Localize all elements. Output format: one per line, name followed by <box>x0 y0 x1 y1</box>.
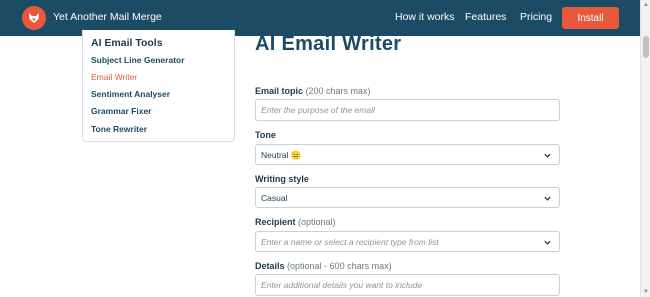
nav-how-it-works[interactable]: How it works <box>395 11 455 23</box>
scrollbar-thumb[interactable] <box>643 36 649 58</box>
recipient-label: Recipient (optional) <box>255 217 336 227</box>
install-button[interactable]: Install <box>562 7 619 29</box>
tone-select[interactable]: Neutral 😐 <box>255 144 560 165</box>
nav-features[interactable]: Features <box>465 11 506 23</box>
page-title: AI Email Writer <box>255 33 402 55</box>
recipient-placeholder: Enter a name or select a recipient type … <box>261 237 439 247</box>
writing-style-label: Writing style <box>255 174 309 184</box>
email-topic-hint: (200 chars max) <box>305 86 371 96</box>
brand-name[interactable]: Yet Another Mail Merge <box>53 11 162 23</box>
sidebar-item-email-writer[interactable]: Email Writer <box>91 72 137 82</box>
sidebar-item-grammar-fixer[interactable]: Grammar Fixer <box>91 106 151 116</box>
writing-style-select[interactable]: Casual <box>255 187 560 208</box>
details-label-text: Details <box>255 261 285 271</box>
nav-pricing[interactable]: Pricing <box>520 11 552 23</box>
recipient-label-text: Recipient <box>255 217 296 227</box>
page-scrollbar[interactable]: ▲ ▼ <box>640 0 650 297</box>
ai-tools-sidebar: AI Email Tools Subject Line Generator Em… <box>82 30 235 142</box>
chevron-down-icon <box>544 240 551 245</box>
scroll-up-arrow-icon[interactable]: ▲ <box>642 1 650 9</box>
chevron-down-icon <box>544 153 551 158</box>
sidebar-title: AI Email Tools <box>91 37 163 49</box>
tone-selected-value: Neutral 😐 <box>261 150 302 160</box>
sidebar-item-tone-rewriter[interactable]: Tone Rewriter <box>91 124 147 134</box>
recipient-combobox[interactable]: Enter a name or select a recipient type … <box>255 231 560 252</box>
sidebar-item-subject-line-generator[interactable]: Subject Line Generator <box>91 55 185 65</box>
email-topic-label: Email topic (200 chars max) <box>255 86 371 96</box>
details-label: Details (optional - 600 chars max) <box>255 261 392 271</box>
fox-logo-icon <box>29 13 39 23</box>
email-topic-label-text: Email topic <box>255 86 304 96</box>
scroll-down-arrow-icon[interactable]: ▼ <box>642 288 650 296</box>
sidebar-item-sentiment-analyser[interactable]: Sentiment Analyser <box>91 89 170 99</box>
recipient-hint: (optional) <box>298 217 336 227</box>
tone-label: Tone <box>255 130 276 140</box>
email-topic-input[interactable] <box>255 99 560 121</box>
details-input[interactable] <box>255 274 560 296</box>
details-hint: (optional - 600 chars max) <box>287 261 392 271</box>
chevron-down-icon <box>544 196 551 201</box>
brand-logo[interactable] <box>22 6 46 30</box>
writing-style-selected-value: Casual <box>261 193 288 203</box>
